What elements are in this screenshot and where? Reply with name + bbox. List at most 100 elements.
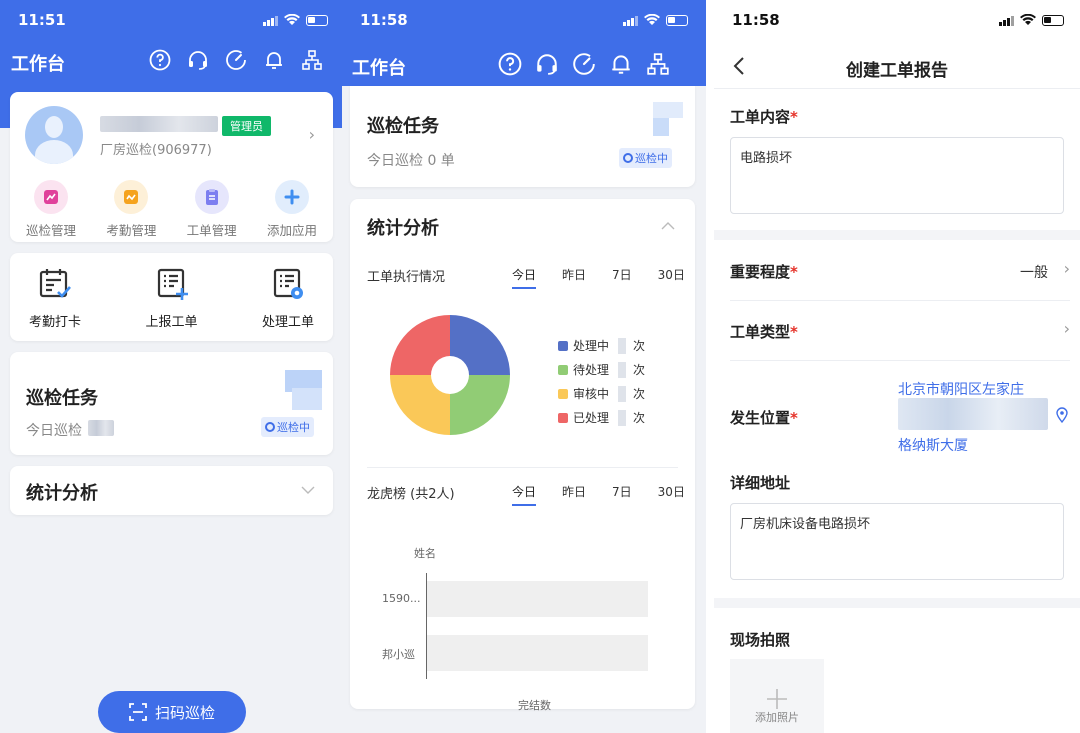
bar-track bbox=[427, 635, 648, 671]
tab-30days[interactable]: 30日 bbox=[658, 483, 685, 506]
type-row[interactable]: 工单类型* › bbox=[730, 301, 1070, 361]
task-subtitle: 今日巡检 0 单 bbox=[367, 153, 455, 169]
screen-create-report: 11:58 创建工单报告 工单内容* 电路损坏 重要程度* 一般 › 工单类型*… bbox=[714, 0, 1080, 733]
inspection-map-icon bbox=[34, 180, 68, 214]
chevron-right-icon[interactable]: › bbox=[309, 125, 315, 144]
action-label: 考勤打卡 bbox=[28, 315, 81, 330]
report-add-icon bbox=[157, 268, 188, 300]
legend-item: 待处理次 bbox=[558, 361, 645, 378]
app-add[interactable]: 添加应用 bbox=[259, 180, 325, 239]
divider bbox=[367, 467, 678, 468]
tab-today[interactable]: 今日 bbox=[512, 266, 537, 289]
legend-item: 审核中次 bbox=[558, 385, 645, 402]
ranking-period-tabs: 今日 昨日 7日 30日 bbox=[512, 483, 685, 506]
action-label: 处理工单 bbox=[261, 315, 314, 330]
headset-icon[interactable] bbox=[186, 48, 210, 72]
tab-30days[interactable]: 30日 bbox=[658, 266, 685, 289]
report-process-icon bbox=[273, 268, 303, 299]
app-label: 工单管理 bbox=[186, 223, 237, 238]
org-subtitle: 厂房巡检(906977) bbox=[100, 143, 212, 158]
scan-inspection-button[interactable]: 扫码巡检 bbox=[98, 691, 246, 733]
dashboard-icon[interactable] bbox=[572, 52, 596, 76]
action-clock-in[interactable]: 考勤打卡 bbox=[10, 267, 100, 330]
status-time: 11:58 bbox=[732, 11, 780, 29]
content-label: 工单内容* bbox=[730, 108, 798, 126]
task-title: 巡检任务 bbox=[26, 388, 98, 409]
org-structure-icon[interactable] bbox=[646, 52, 670, 76]
chevron-right-icon: › bbox=[1063, 319, 1070, 338]
y-axis-title: 姓名 bbox=[414, 547, 436, 560]
app-inspection-manage[interactable]: 巡检管理 bbox=[18, 180, 84, 239]
tab-today[interactable]: 今日 bbox=[512, 483, 537, 506]
headset-icon[interactable] bbox=[535, 52, 559, 76]
battery-icon bbox=[306, 14, 328, 26]
app-label: 添加应用 bbox=[266, 223, 317, 238]
action-report-order[interactable]: 上报工单 bbox=[127, 267, 217, 330]
screen-workbench-stats: 11:58 工作台 巡检任务 今日巡检 0 单 巡检中 统计分析 工单执行情况 … bbox=[342, 0, 706, 733]
help-icon[interactable] bbox=[498, 52, 522, 76]
y-tick-label: 1590... bbox=[382, 592, 421, 605]
stats-card-collapsed[interactable]: 统计分析 bbox=[10, 466, 333, 515]
pie-slice-审核中 bbox=[390, 375, 450, 435]
status-bar: 11:51 bbox=[0, 0, 342, 40]
count-redacted bbox=[88, 420, 114, 436]
importance-row[interactable]: 重要程度* 一般 › bbox=[730, 241, 1070, 301]
chevron-down-icon[interactable] bbox=[301, 486, 315, 494]
legend-swatch bbox=[558, 364, 568, 375]
address-textarea[interactable]: 厂房机床设备电路损坏 bbox=[730, 503, 1064, 580]
status-bar: 11:58 bbox=[342, 0, 706, 40]
wifi-icon bbox=[284, 14, 300, 25]
tab-7days[interactable]: 7日 bbox=[612, 483, 632, 506]
address-label: 详细地址 bbox=[730, 474, 791, 492]
app-attendance-manage[interactable]: 考勤管理 bbox=[98, 180, 164, 239]
page-title: 创建工单报告 bbox=[846, 61, 948, 81]
task-illustration bbox=[653, 102, 683, 118]
y-tick-label: 邦小巡 bbox=[382, 648, 415, 661]
role-badge: 管理员 bbox=[222, 116, 271, 136]
importance-value: 一般 bbox=[1020, 265, 1048, 281]
legend-swatch bbox=[558, 388, 568, 399]
avatar[interactable] bbox=[25, 106, 83, 164]
status-badge: 巡检中 bbox=[619, 148, 672, 168]
tab-yesterday[interactable]: 昨日 bbox=[562, 266, 586, 289]
signal-icon bbox=[623, 15, 638, 26]
action-process-order[interactable]: 处理工单 bbox=[243, 267, 333, 330]
calendar-check-icon bbox=[39, 269, 71, 298]
app-workorder-manage[interactable]: 工单管理 bbox=[179, 180, 245, 239]
wifi-icon bbox=[1020, 14, 1036, 25]
location-line1: 北京市朝阳区左家庄 bbox=[898, 382, 1024, 398]
app-label: 巡检管理 bbox=[25, 223, 76, 238]
tab-7days[interactable]: 7日 bbox=[612, 266, 632, 289]
location-row[interactable]: 发生位置* 北京市朝阳区左家庄 格纳斯大厦 bbox=[730, 361, 1070, 466]
status-bar: 11:58 bbox=[714, 0, 1080, 40]
pie-slice-待处理 bbox=[450, 375, 510, 435]
plus-icon bbox=[274, 180, 309, 214]
legend-swatch bbox=[558, 340, 568, 351]
tab-yesterday[interactable]: 昨日 bbox=[562, 483, 586, 506]
work-order-period-tabs: 今日 昨日 7日 30日 bbox=[512, 266, 685, 289]
location-line2: 格纳斯大厦 bbox=[898, 438, 968, 454]
inspection-task-card[interactable]: 巡检任务 今日巡检 巡检中 bbox=[10, 352, 333, 455]
content-textarea[interactable]: 电路损坏 bbox=[730, 137, 1064, 214]
attendance-chart-icon bbox=[114, 180, 149, 214]
legend-item: 已处理次 bbox=[558, 409, 645, 426]
stats-card-expanded: 统计分析 工单执行情况 今日 昨日 7日 30日 处理中次 待处理次 审核中次 … bbox=[350, 199, 695, 712]
task-subtitle: 今日巡检 bbox=[26, 423, 82, 439]
add-photo-button[interactable]: 添加照片 bbox=[730, 659, 824, 733]
org-structure-icon[interactable] bbox=[300, 48, 324, 72]
legend-swatch bbox=[558, 412, 568, 423]
help-icon[interactable] bbox=[148, 48, 172, 72]
signal-icon bbox=[263, 15, 278, 26]
bell-icon[interactable] bbox=[262, 48, 286, 72]
status-badge: 巡检中 bbox=[261, 417, 314, 437]
scan-icon bbox=[129, 703, 147, 721]
pie-slice-已处理 bbox=[390, 315, 450, 375]
page-title: 工作台 bbox=[352, 58, 406, 79]
bell-icon[interactable] bbox=[609, 52, 633, 76]
inspection-task-card[interactable]: 巡检任务 今日巡检 0 单 巡检中 bbox=[350, 86, 695, 187]
map-pin-icon[interactable] bbox=[1056, 407, 1068, 423]
chevron-up-icon[interactable] bbox=[661, 222, 675, 230]
task-title: 巡检任务 bbox=[367, 116, 439, 137]
dashboard-icon[interactable] bbox=[224, 48, 248, 72]
wifi-icon bbox=[644, 14, 660, 25]
